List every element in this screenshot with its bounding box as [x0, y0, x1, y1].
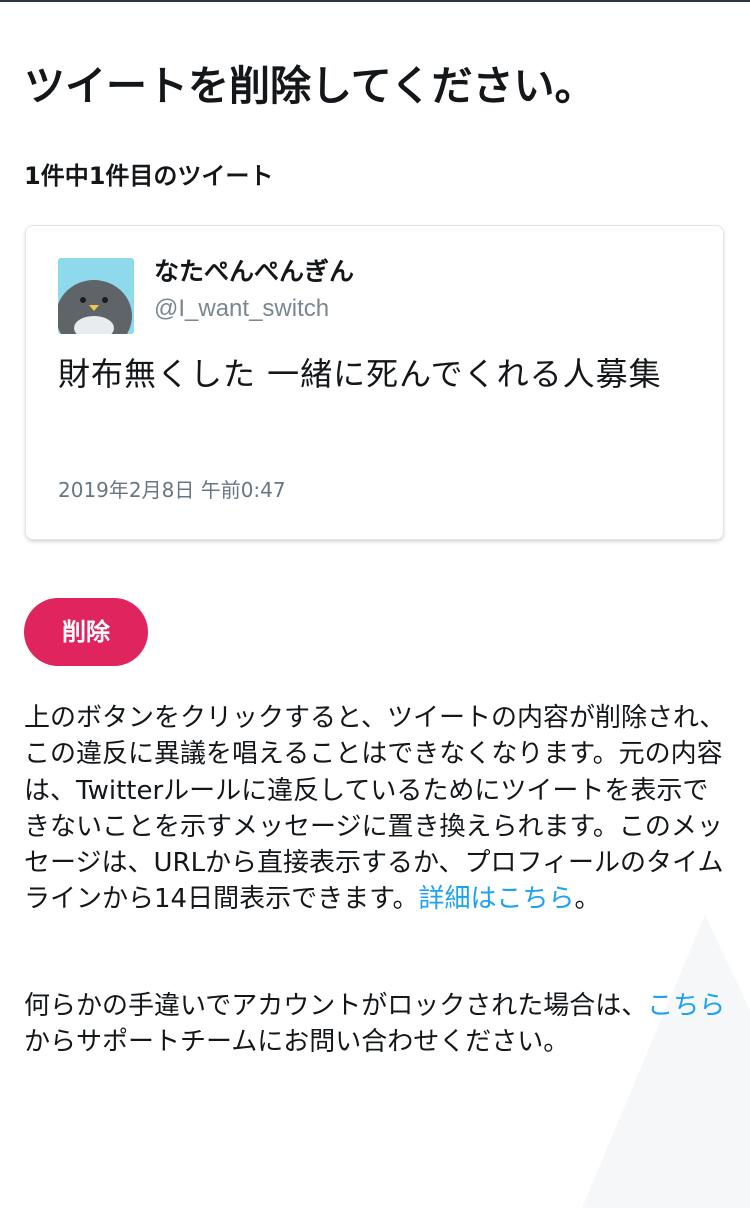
penguin-avatar-icon — [58, 258, 134, 334]
support-prefix-text: 何らかの手違いでアカウントがロックされた場合は、 — [24, 991, 648, 1021]
description-text: 上のボタンをクリックすると、ツイートの内容が削除され、この違反に異議を唱えること… — [24, 703, 726, 915]
tweet-handle: @I_want_switch — [154, 295, 330, 322]
delete-button[interactable]: 削除 — [24, 598, 148, 666]
support-suffix-text: からサポートチームにお問い合わせください。 — [24, 1027, 570, 1058]
support-note: 何らかの手違いでアカウントがロックされた場合は、こちらからサポートチームにお問い… — [24, 988, 726, 1061]
description-end: 。 — [574, 884, 601, 915]
page-title: ツイートを削除してください。 — [24, 62, 596, 110]
page-content: ツイートを削除してください。 1件中1件目のツイート なたぺんぺんぎん @I_w… — [0, 0, 750, 1208]
tweet-display-name: なたぺんぺんぎん — [154, 257, 355, 286]
tweet-count-label: 1件中1件目のツイート — [24, 162, 274, 190]
support-link[interactable]: こちら — [647, 991, 725, 1021]
details-link[interactable]: 詳細はこちら — [419, 884, 575, 914]
tweet-card: なたぺんぺんぎん @I_want_switch 財布無くした 一緒に死んでくれる… — [26, 226, 723, 539]
tweet-text: 財布無くした 一緒に死んでくれる人募集 — [58, 355, 662, 393]
tweet-timestamp: 2019年2月8日 午前0:47 — [58, 478, 286, 502]
delete-description: 上のボタンをクリックすると、ツイートの内容が削除され、この違反に異議を唱えること… — [24, 700, 726, 918]
